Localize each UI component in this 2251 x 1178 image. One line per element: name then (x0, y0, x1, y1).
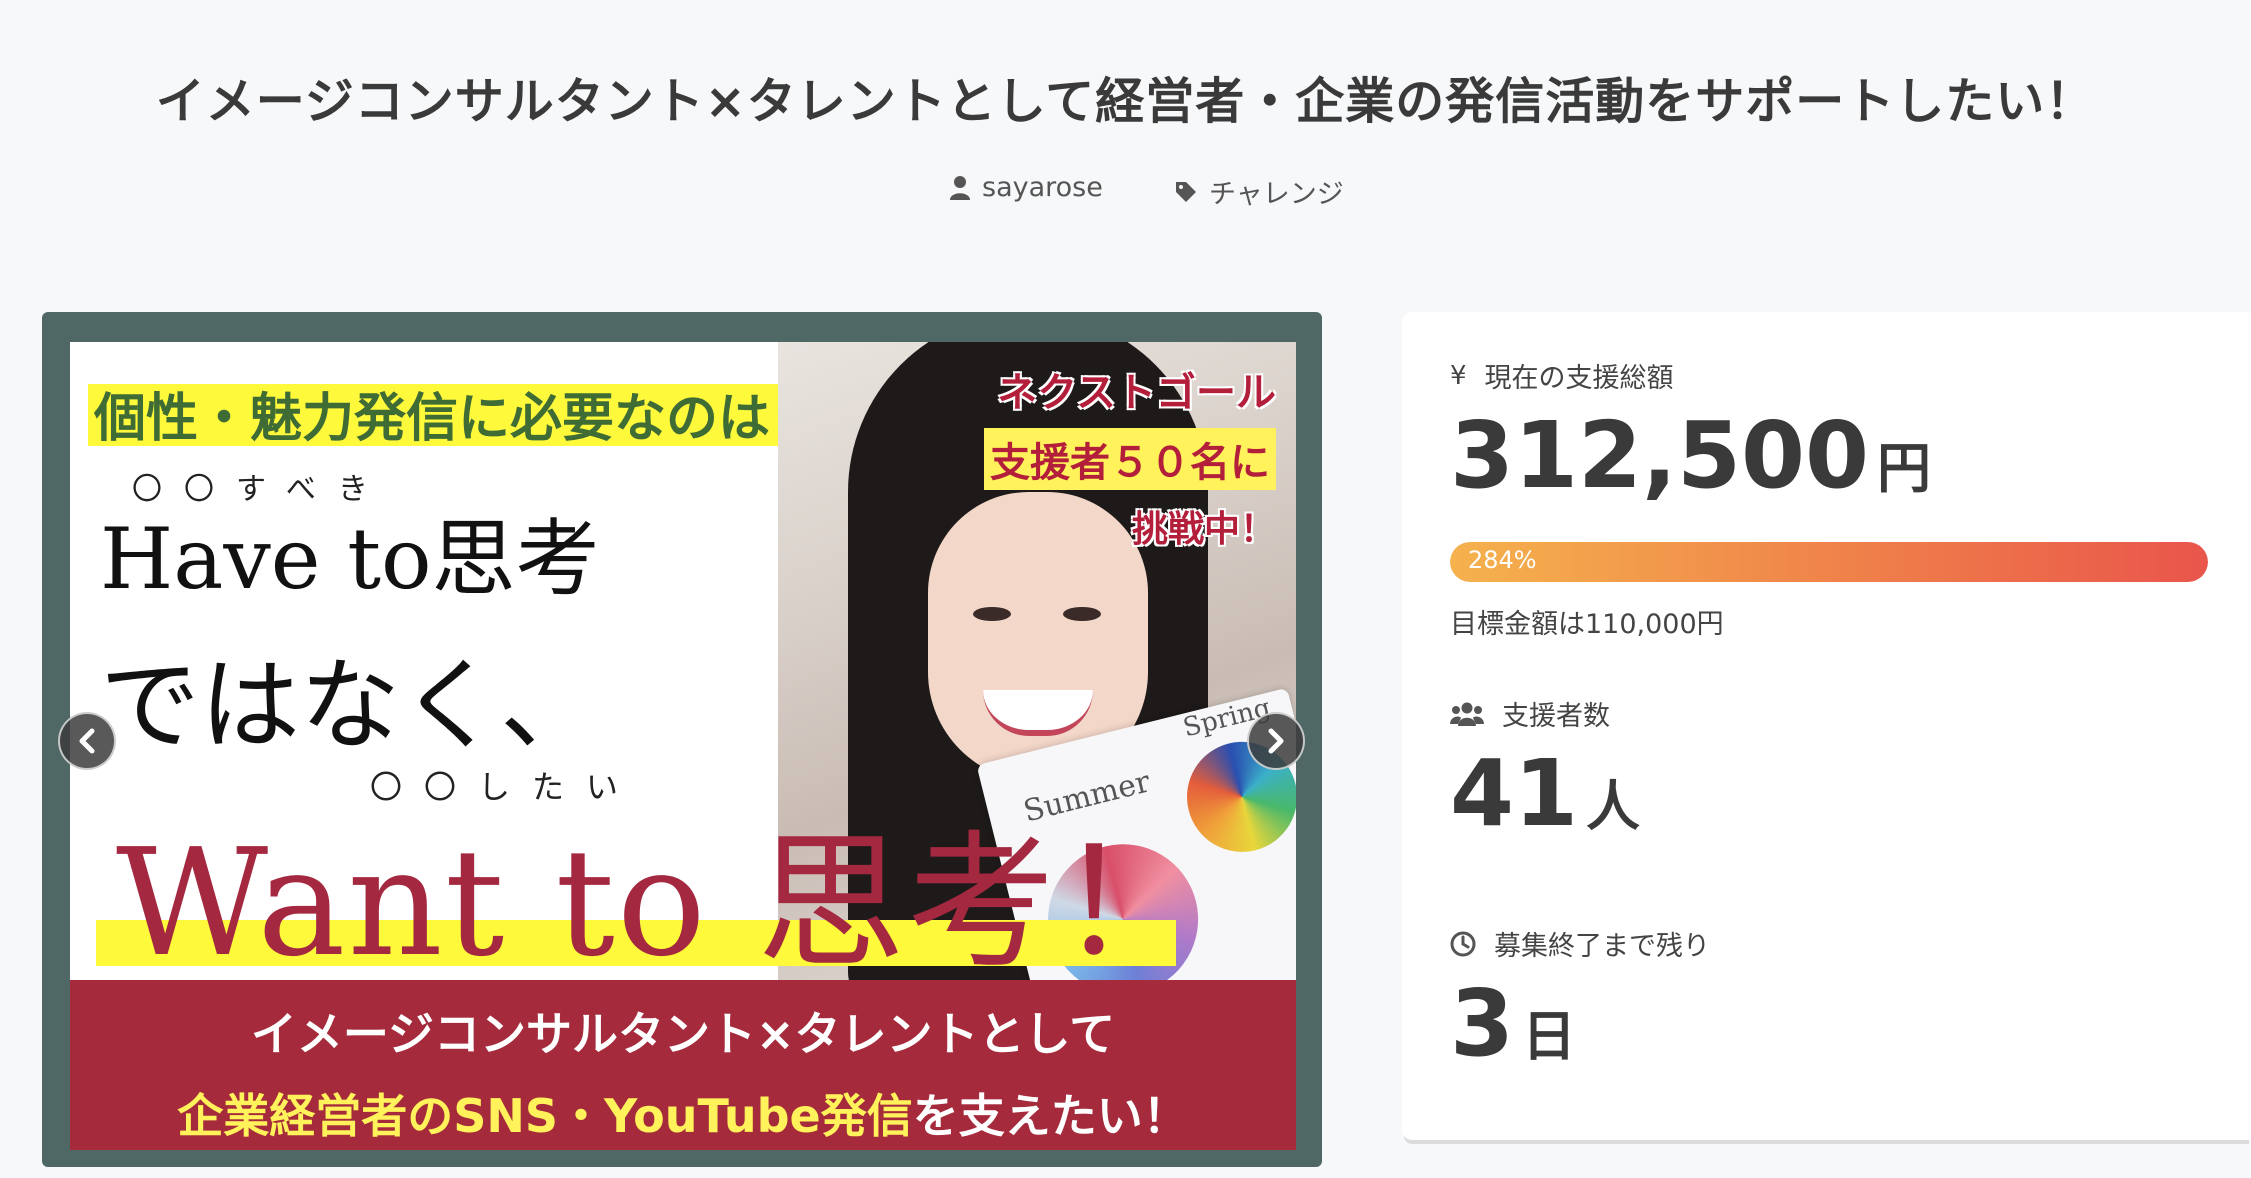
backers-count: 41 人 (1450, 740, 1640, 847)
page-title: イメージコンサルタント×タレントとして経営者・企業の発信活動をサポートしたい！ (155, 73, 2096, 130)
goal-amount: 目標金額は110,000円 (1450, 609, 1724, 640)
slide-image: 個性・魅力発信に必要なのは 〇〇すべき Have to思考 ではなく、 〇〇した… (70, 342, 1296, 1150)
banner-line1: イメージコンサルタント×タレントとして (250, 1007, 1116, 1061)
want-to-text: Want to 思考！ (116, 817, 1207, 989)
progress-fill (1450, 542, 2208, 582)
banner-line2-rest: を支えたい！ (912, 1089, 1189, 1143)
photo-eye-left (973, 607, 1011, 621)
progress-bar: 284% (1450, 542, 2208, 582)
chevron-right-icon (1268, 728, 1284, 754)
users-icon (1450, 702, 1484, 726)
yen-icon: ¥ (1450, 360, 1467, 391)
total-amount: 312,500 円 (1450, 402, 1931, 509)
total-label: ¥ 現在の支援総額 (1450, 356, 1674, 395)
remaining-days: 3日 (1450, 970, 1576, 1077)
category-link[interactable]: チャレンジ (1175, 172, 1344, 211)
total-label-text: 現在の支援総額 (1484, 363, 1674, 394)
next-goal-line3: 挑戦中！ (1131, 509, 1276, 550)
banner-line2-highlight: 企業経営者のSNS・YouTube発信 (177, 1089, 913, 1143)
dewanaku-text: ではなく、 (100, 647, 600, 764)
remaining-label: 募集終了まで残り (1450, 924, 1710, 963)
have-to-text: Have to思考 (100, 510, 600, 608)
image-slider[interactable]: 個性・魅力発信に必要なのは 〇〇すべき Have to思考 ではなく、 〇〇した… (42, 312, 1322, 1167)
tag-icon (1176, 181, 1196, 202)
photo-eye-right (1063, 607, 1101, 621)
funding-stats-panel: ¥ 現在の支援総額 312,500 円 284% 目標金額は110,000円 支援… (1402, 312, 2251, 1140)
backers-label-text: 支援者数 (1502, 701, 1610, 732)
user-icon (950, 175, 970, 200)
chevron-left-icon (79, 728, 95, 754)
total-amount-unit: 円 (1877, 437, 1932, 500)
remaining-days-unit: 日 (1522, 1005, 1577, 1068)
project-meta: sayarose チャレンジ (0, 172, 2251, 212)
slider-next-button[interactable] (1247, 712, 1305, 770)
total-amount-value: 312,500 (1450, 402, 1870, 509)
slide-banner: イメージコンサルタント×タレントとして 企業経営者のSNS・YouTube発信を… (70, 980, 1296, 1150)
backers-count-unit: 人 (1586, 775, 1641, 838)
next-goal-line2: 支援者５０名に (984, 428, 1276, 490)
remaining-label-text: 募集終了まで残り (1494, 931, 1710, 962)
backers-count-value: 41 (1450, 740, 1579, 847)
progress-percent: 284% (1468, 546, 1537, 574)
author-link[interactable]: sayarose (950, 172, 1103, 203)
slider-prev-button[interactable] (58, 712, 116, 770)
remaining-days-value: 3 (1450, 970, 1515, 1077)
backers-label: 支援者数 (1450, 694, 1610, 733)
slide-headline: 個性・魅力発信に必要なのは (94, 389, 771, 449)
category-name: チャレンジ (1209, 179, 1344, 210)
next-goal-line1: ネクストゴール (997, 370, 1276, 416)
next-goal-callout: ネクストゴール 支援者５０名に 挑戦中！ (984, 360, 1276, 552)
author-name: sayarose (982, 172, 1103, 203)
clock-icon (1450, 931, 1476, 956)
banner-line2: 企業経営者のSNS・YouTube発信を支えたい！ (70, 1080, 1296, 1146)
